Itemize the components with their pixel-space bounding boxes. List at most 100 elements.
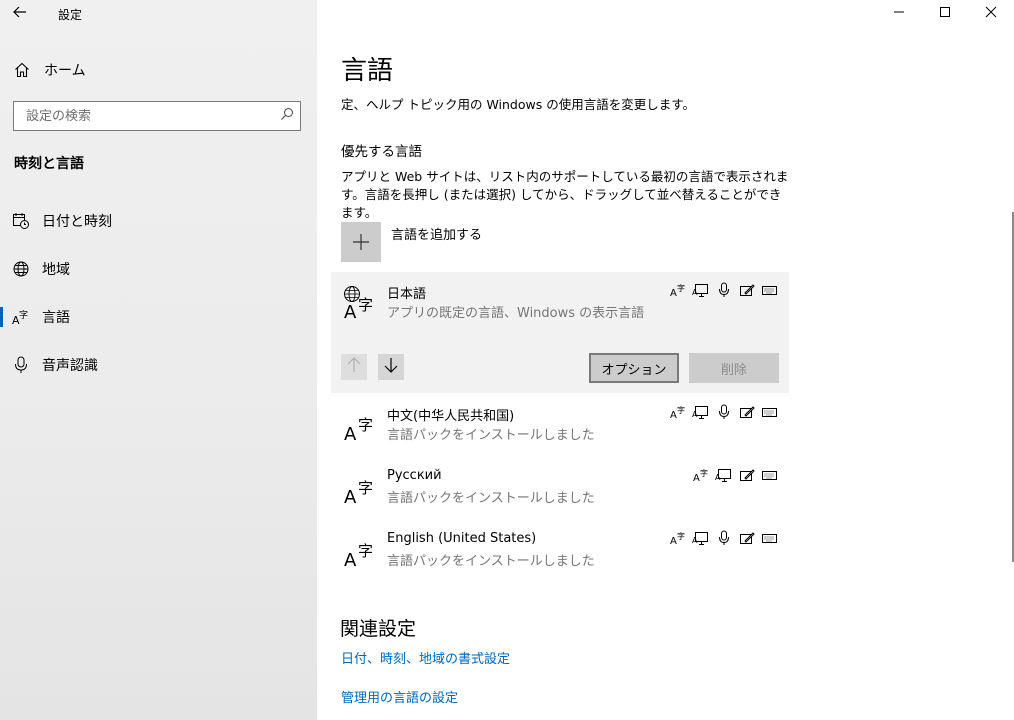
sidebar-item-label: 音声認識 [42,358,98,374]
keyboard-icon [760,281,779,299]
text-to-speech-icon: A字 [668,281,687,299]
language-status: 言語パックをインストールしました [387,428,595,443]
svg-text:字: 字 [677,531,685,541]
language-item-chinese[interactable]: A字 中文(中华人民共和国) 言語パックをインストールしました A字 A [331,394,789,454]
svg-text:A: A [344,302,357,320]
svg-text:A: A [693,473,700,482]
svg-text:A: A [344,550,357,568]
section-title: 時刻と言語 [14,156,84,172]
language-name: English (United States) [387,531,537,546]
window-controls [876,0,1014,28]
svg-text:A: A [715,473,721,482]
keyboard-icon [760,466,779,484]
svg-text:字: 字 [358,542,373,560]
move-down-button[interactable] [378,354,404,380]
search-box[interactable] [13,101,301,131]
svg-text:字: 字 [700,468,708,478]
plus-icon [341,222,381,262]
search-input[interactable] [26,108,266,124]
link-administrative-language[interactable]: 管理用の言語の設定 [341,687,458,706]
svg-text:A: A [692,288,698,297]
page-subtitle: 定、ヘルプ トピック用の Windows の使用言語を変更します。 [341,97,695,112]
preferred-languages-description: アプリと Web サイトは、リスト内のサポートしている最初の言語で表示されます。… [341,169,789,220]
language-item-english[interactable]: A字 English (United States) 言語パックをインストールし… [331,520,789,580]
svg-text:字: 字 [677,405,685,415]
calendar-clock-icon [0,212,42,230]
move-up-button[interactable] [341,354,367,380]
language-features: A字 A [691,466,779,484]
svg-text:A: A [344,424,357,442]
sidebar-item-speech[interactable]: 音声認識 [0,347,317,383]
app-title: 設定 [58,7,83,22]
handwriting-icon [737,403,756,421]
text-to-speech-icon: A字 [668,529,687,547]
language-icon: A字 [0,308,42,326]
back-button[interactable] [0,0,40,28]
sidebar-item-date-time[interactable]: 日付と時刻 [0,203,317,239]
language-status: 言語パックをインストールしました [387,491,595,506]
link-date-time-region-format[interactable]: 日付、時刻、地域の書式設定 [341,648,510,667]
display-icon: A [691,281,710,299]
preferred-languages-heading: 優先する言語 [341,144,422,160]
globe-icon [0,260,42,278]
language-item-russian[interactable]: A字 Русский 言語パックをインストールしました A字 A [331,457,789,517]
options-button[interactable]: オプション [589,353,679,383]
language-name: Русский [387,468,442,483]
back-arrow-icon [13,6,27,22]
close-button[interactable] [968,0,1014,28]
minimize-icon [893,6,905,22]
add-language-button[interactable]: 言語を追加する [341,222,482,262]
microphone-icon [0,356,42,374]
title-bar: 設定 [0,0,317,28]
active-indicator [0,307,3,327]
svg-text:A: A [670,536,677,545]
svg-text:A: A [692,536,698,545]
svg-text:A: A [670,288,677,297]
language-name: 日本語 [387,287,427,302]
sidebar-item-language[interactable]: A字 言語 [0,299,317,335]
text-to-speech-icon: A字 [668,403,687,421]
svg-text:A: A [692,410,698,419]
remove-button[interactable]: 削除 [689,353,779,383]
add-language-label: 言語を追加する [391,228,483,243]
home-icon [0,62,44,78]
keyboard-icon [760,403,779,421]
language-icon: A字 [343,469,377,508]
handwriting-icon [737,529,756,547]
svg-text:字: 字 [358,479,373,497]
microphone-icon [714,529,733,547]
svg-text:字: 字 [19,309,28,321]
home-nav-item[interactable]: ホーム [0,56,317,84]
minimize-button[interactable] [876,0,922,28]
close-icon [985,6,997,22]
language-features: A字 A [668,529,779,547]
sidebar-item-region[interactable]: 地域 [0,251,317,287]
svg-text:A: A [344,487,357,505]
language-icon: A字 [343,532,377,571]
svg-text:字: 字 [358,296,373,314]
display-icon: A [691,403,710,421]
svg-text:A: A [670,410,677,419]
language-item-japanese[interactable]: A字 日本語 アプリの既定の言語、Windows の表示言語 A字 A オプショ… [331,272,789,393]
language-status: 言語パックをインストールしました [387,554,595,569]
sidebar-item-label: 地域 [42,262,70,278]
maximize-button[interactable] [922,0,968,28]
language-icon: A字 [343,406,377,445]
arrow-down-icon [384,357,398,377]
handwriting-icon [737,281,756,299]
related-settings-heading: 関連設定 [340,618,417,640]
maximize-icon [939,6,951,22]
microphone-icon [714,281,733,299]
language-name: 中文(中华人民共和国) [387,409,515,424]
display-language-icon: A字 [343,284,377,323]
home-label: ホーム [44,63,86,79]
text-to-speech-icon: A字 [691,466,710,484]
language-features: A字 A [668,281,779,299]
sidebar: 設定 ホーム 時刻と言語 日付と時刻 地域 A字 言語 [0,0,317,720]
display-icon: A [691,529,710,547]
microphone-icon [714,403,733,421]
search-icon[interactable] [280,107,294,125]
language-status: アプリの既定の言語、Windows の表示言語 [387,306,645,321]
arrow-up-icon [347,357,361,377]
main-content: 言語 定、ヘルプ トピック用の Windows の使用言語を変更します。 優先す… [317,0,1014,720]
